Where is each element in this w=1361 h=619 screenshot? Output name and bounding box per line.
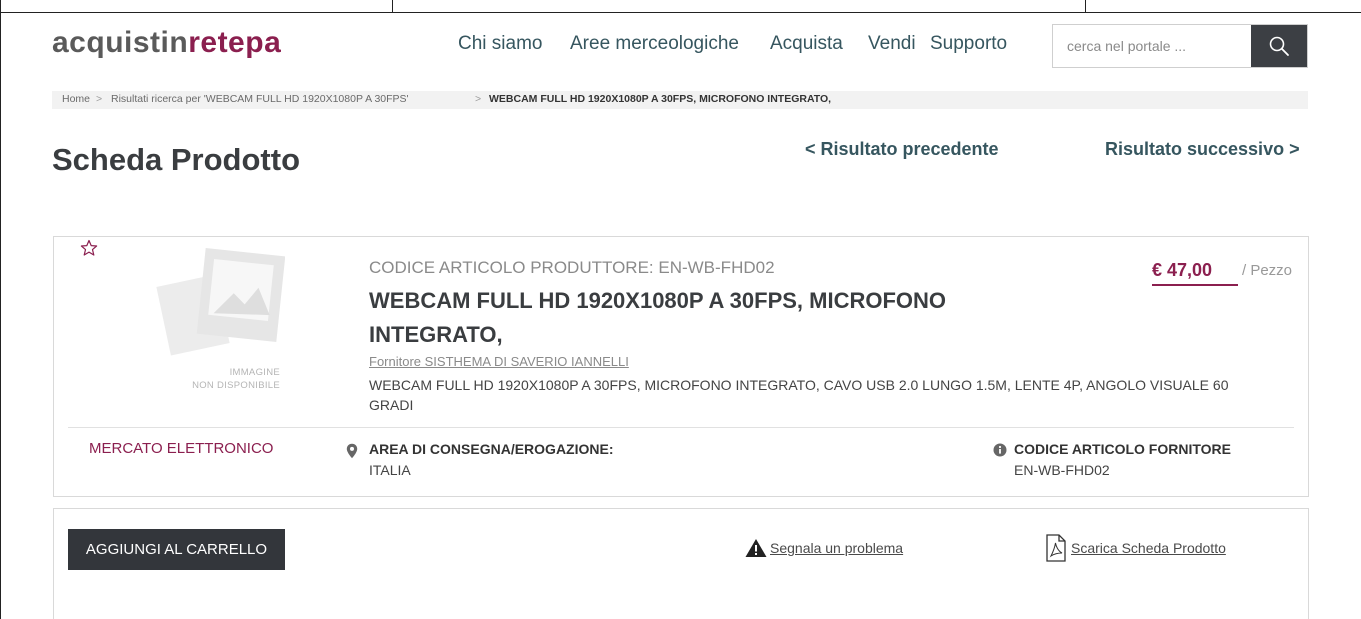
info-icon <box>993 443 1007 457</box>
price-unit: / Pezzo <box>1242 262 1293 279</box>
logo-text-2: rete <box>188 26 246 59</box>
manufacturer-code: CODICE ARTICOLO PRODUTTORE: EN-WB-FHD02 <box>369 258 775 277</box>
product-name: WEBCAM FULL HD 1920X1080P A 30FPS, MICRO… <box>369 288 947 347</box>
report-problem-link[interactable]: Segnala un problema <box>770 540 903 556</box>
previous-result-link[interactable]: < Risultato precedente <box>805 139 999 160</box>
search-box <box>1052 24 1308 68</box>
no-image-label: IMMAGINE NON DISPONIBILE <box>192 367 280 391</box>
next-result-link[interactable]: Risultato successivo > <box>1105 139 1300 160</box>
location-pin-icon <box>346 443 358 459</box>
search-input[interactable] <box>1053 25 1267 67</box>
site-logo[interactable]: acquistinretepa <box>52 26 281 60</box>
breadcrumb-home[interactable]: Home <box>62 93 90 105</box>
favorite-star-icon[interactable] <box>80 239 98 257</box>
breadcrumb-separator: > <box>475 93 482 105</box>
logo-text-1: acquistin <box>52 26 189 59</box>
delivery-area-label: AREA DI CONSEGNA/EROGAZIONE: <box>369 441 614 457</box>
warning-icon <box>745 539 767 557</box>
breadcrumb-separator: > <box>96 93 103 105</box>
supplier-code-value: EN-WB-FHD02 <box>1014 462 1110 478</box>
search-button[interactable] <box>1251 25 1307 67</box>
logo-text-3: pa <box>245 26 282 59</box>
frame-divider <box>392 0 393 13</box>
product-description: WEBCAM FULL HD 1920X1080P A 30FPS, MICRO… <box>369 377 1229 413</box>
market-label: MERCATO ELETTRONICO <box>89 440 274 457</box>
price-underline <box>1152 284 1238 286</box>
supplier-code-label: CODICE ARTICOLO FORNITORE <box>1014 441 1231 457</box>
no-image-icon <box>156 248 285 356</box>
download-product-sheet-link[interactable]: Scarica Scheda Prodotto <box>1071 540 1226 556</box>
breadcrumb-results[interactable]: Risultati ricerca per 'WEBCAM FULL HD 19… <box>111 93 409 105</box>
card-divider <box>68 427 1294 428</box>
product-price: € 47,00 <box>1152 260 1213 280</box>
nav-item-acquista[interactable]: Acquista <box>770 33 843 55</box>
page-title: Scheda Prodotto <box>52 142 301 177</box>
delivery-area-value: ITALIA <box>369 462 411 478</box>
nav-item-supporto[interactable]: Supporto <box>930 33 1007 55</box>
add-to-cart-button[interactable]: AGGIUNGI AL CARRELLO <box>68 529 285 570</box>
window-frame-top <box>0 0 1361 13</box>
frame-divider <box>1085 0 1086 13</box>
nav-item-chi-siamo[interactable]: Chi siamo <box>458 33 542 55</box>
window-frame-left <box>0 0 1 619</box>
nav-item-vendi[interactable]: Vendi <box>868 33 916 55</box>
search-icon <box>1269 36 1289 56</box>
supplier-link[interactable]: Fornitore SISTHEMA DI SAVERIO IANNELLI <box>369 354 629 369</box>
nav-item-aree-merceologiche[interactable]: Aree merceologiche <box>570 33 739 55</box>
pdf-icon <box>1046 534 1066 562</box>
breadcrumb-current: WEBCAM FULL HD 1920X1080P A 30FPS, MICRO… <box>489 93 832 105</box>
